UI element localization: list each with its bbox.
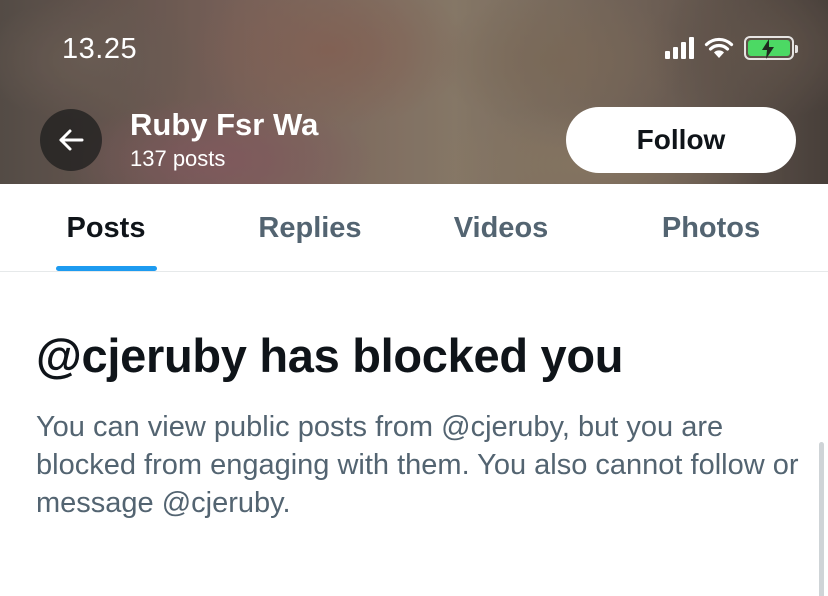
- blocked-title: @cjeruby has blocked you: [36, 329, 624, 382]
- scrollbar[interactable]: [819, 442, 824, 596]
- status-icons: [665, 36, 798, 60]
- cellular-signal-icon: [665, 37, 694, 59]
- tab-posts[interactable]: Posts: [0, 184, 212, 272]
- profile-name: Ruby Fsr Wa: [130, 107, 319, 142]
- profile-tabs: Posts Replies Videos Photos: [0, 184, 828, 272]
- active-tab-indicator: [56, 266, 157, 271]
- status-time: 13.25: [62, 33, 138, 65]
- post-count: 137 posts: [130, 146, 226, 171]
- battery-charging-icon: [744, 36, 798, 60]
- wifi-icon: [704, 37, 734, 58]
- back-button[interactable]: [40, 109, 102, 171]
- follow-button[interactable]: Follow: [566, 107, 796, 173]
- tab-videos[interactable]: Videos: [400, 184, 602, 272]
- arrow-left-icon: [59, 129, 84, 151]
- tab-photos[interactable]: Photos: [606, 184, 816, 272]
- blocked-description: You can view public posts from @cjeruby,…: [36, 411, 799, 519]
- tab-replies[interactable]: Replies: [208, 184, 412, 272]
